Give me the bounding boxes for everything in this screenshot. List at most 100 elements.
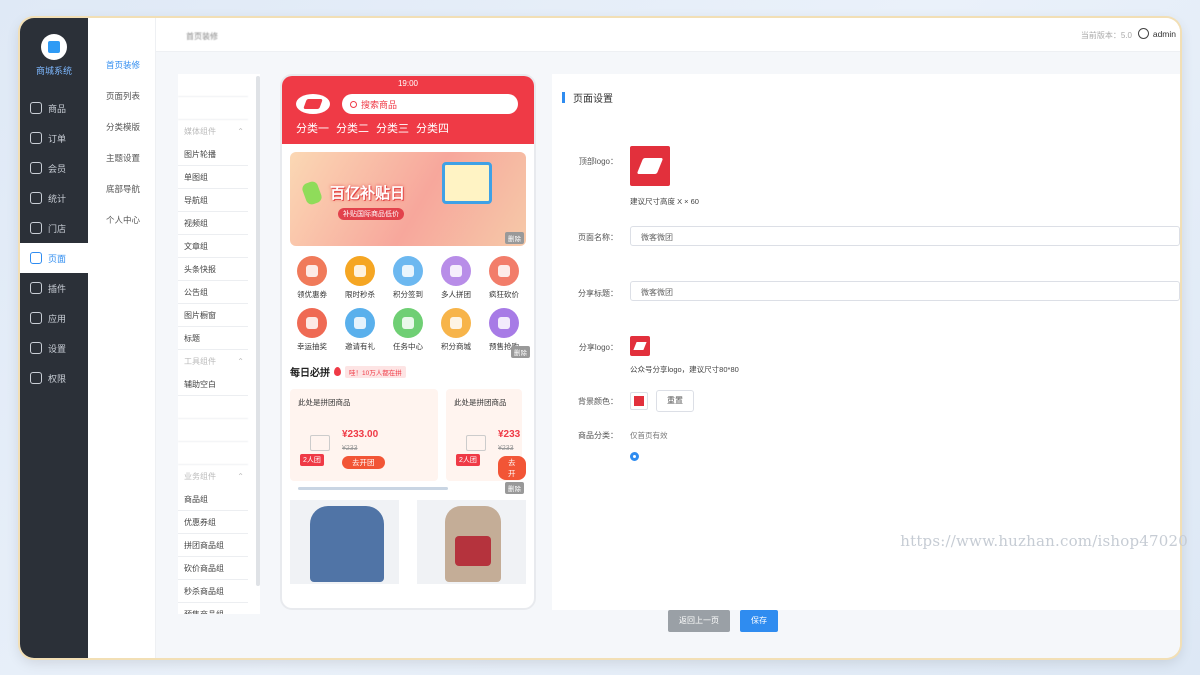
settings-title: 页面设置 <box>573 94 613 105</box>
start-group-button[interactable]: 去开 <box>498 456 526 480</box>
banner-carousel[interactable]: 百亿补贴日 补贴国际商品低价 删除 <box>290 152 526 246</box>
deal-scrollbar[interactable] <box>298 487 448 490</box>
submenu-item[interactable]: 首页装修 <box>88 50 155 81</box>
submenu-item[interactable]: 主题设置 <box>88 143 155 174</box>
grid-nav-item[interactable]: 幸运抽奖 <box>288 308 336 352</box>
gear-icon <box>30 342 42 354</box>
search-bar[interactable]: 搜索商品 <box>342 94 518 114</box>
share-logo-upload[interactable] <box>630 336 650 356</box>
back-button[interactable]: 返回上一页 <box>668 610 730 632</box>
group-deal-card[interactable]: 此处是拼团商品 ¥233 ¥233 2人团 去开 <box>446 389 526 481</box>
submenu-item[interactable]: 页面列表 <box>88 81 155 112</box>
component-item[interactable]: 秒杀商品组 <box>178 580 248 603</box>
plugin-icon <box>30 282 42 294</box>
grid-label: 邀请有礼 <box>345 342 375 351</box>
grid-nav-item[interactable]: 领优惠券 <box>288 256 336 300</box>
grid-nav-item[interactable]: 任务中心 <box>384 308 432 352</box>
component-item[interactable] <box>178 97 248 120</box>
team-badge: 2人团 <box>300 454 324 466</box>
submenu-item[interactable]: 个人中心 <box>88 205 155 236</box>
sidebar-item-label: 权限 <box>48 373 67 384</box>
deal-old-price: ¥233 <box>342 445 358 452</box>
component-scrollbar[interactable] <box>256 76 260 586</box>
grid-label: 疯狂砍价 <box>489 290 519 299</box>
category-tab[interactable]: 分类二 <box>336 120 369 136</box>
component-item[interactable]: 辅助空白 <box>178 373 248 396</box>
component-item[interactable]: 导航组 <box>178 189 248 212</box>
component-item[interactable]: 视频组 <box>178 212 248 235</box>
grid-nav-item[interactable]: 积分商城 <box>432 308 480 352</box>
grid-label: 多人拼团 <box>441 290 471 299</box>
grid-nav-item[interactable]: 限时秒杀 <box>336 256 384 300</box>
grid-nav-item[interactable]: 邀请有礼 <box>336 308 384 352</box>
component-item[interactable]: 标题 <box>178 327 248 350</box>
submenu-item[interactable]: 分类模版 <box>88 112 155 143</box>
product-image[interactable] <box>290 500 399 584</box>
component-item[interactable]: 预售商品组 <box>178 603 248 614</box>
watermark: https://www.huzhan.com/ishop47020 <box>900 532 1188 550</box>
sidebar-item-8[interactable]: 设置 <box>20 333 88 363</box>
component-item[interactable]: 图片轮播 <box>178 143 248 166</box>
username: admin <box>1152 28 1176 39</box>
reset-button[interactable]: 重置 <box>656 390 694 412</box>
sidebar-item-1[interactable]: 订单 <box>20 123 88 153</box>
group-label: 工具组件 <box>184 357 216 366</box>
category-tab[interactable]: 分类三 <box>376 120 409 136</box>
page-name-field[interactable]: 微客微团 <box>630 226 1180 246</box>
user-menu[interactable]: admin <box>1137 28 1176 39</box>
component-item[interactable]: 单图组 <box>178 166 248 189</box>
component-item[interactable] <box>178 419 248 442</box>
component-item[interactable]: 优惠券组 <box>178 511 248 534</box>
color-swatch <box>634 396 644 406</box>
sidebar-item-4[interactable]: 门店 <box>20 213 88 243</box>
start-group-button[interactable]: 去开团 <box>342 456 385 469</box>
component-group-header[interactable]: 业务组件 ⌃ <box>178 465 248 488</box>
product-row <box>282 490 534 594</box>
daily-group-section[interactable]: 每日必拼 哇！10万人都在拼 此处是拼团商品 ¥233.00 ¥233 2人团 去开团此… <box>282 352 534 494</box>
sidebar-item-9[interactable]: 权限 <box>20 363 88 393</box>
category-tab[interactable]: 分类四 <box>416 120 449 136</box>
component-item[interactable]: 公告组 <box>178 281 248 304</box>
phone-header[interactable]: 19:00 搜索商品 分类一 分类二 分类三 分类四 <box>282 76 534 144</box>
component-item[interactable]: 图片橱窗 <box>178 304 248 327</box>
component-item[interactable] <box>178 442 248 465</box>
version-label: 当前版本：5.0 <box>1080 31 1132 40</box>
component-item[interactable]: 商品组 <box>178 488 248 511</box>
component-list: 媒体组件 ⌃ 图片轮播 单图组 导航组 视频组 文章组 头条快报 公告组 图片橱窗 标题 工具组件 ⌃ 辅… <box>178 74 260 614</box>
sidebar-item-7[interactable]: 应用 <box>20 303 88 333</box>
component-item[interactable]: 头条快报 <box>178 258 248 281</box>
sidebar-item-label: 应用 <box>48 313 67 324</box>
category-radio[interactable] <box>630 452 639 461</box>
daily-title: 每日必拼 <box>290 368 330 379</box>
grid-nav-item[interactable]: 疯狂砍价 <box>480 256 528 300</box>
grid-nav-item[interactable]: 积分签到 <box>384 256 432 300</box>
product-image[interactable] <box>417 500 526 584</box>
top-logo-upload[interactable] <box>630 146 670 186</box>
grid-icon <box>393 308 423 338</box>
component-item[interactable]: 文章组 <box>178 235 248 258</box>
grid-nav-item[interactable]: 多人拼团 <box>432 256 480 300</box>
sidebar-item-0[interactable]: 商品 <box>20 93 88 123</box>
group-deal-card[interactable]: 此处是拼团商品 ¥233.00 ¥233 2人团 去开团 <box>290 389 438 481</box>
component-group-header[interactable]: 工具组件 ⌃ <box>178 350 248 373</box>
save-button[interactable]: 保存 <box>740 610 778 632</box>
sidebar-item-2[interactable]: 会员 <box>20 153 88 183</box>
sidebar-item-label: 商品 <box>48 103 67 114</box>
component-item[interactable] <box>178 74 248 97</box>
sidebar-item-3[interactable]: 统计 <box>20 183 88 213</box>
sidebar-item-6[interactable]: 插件 <box>20 273 88 303</box>
component-item[interactable]: 砍价商品组 <box>178 557 248 580</box>
sidebar-item-5[interactable]: 页面 <box>20 243 88 273</box>
submenu-item[interactable]: 底部导航 <box>88 174 155 205</box>
component-item[interactable] <box>178 396 248 419</box>
category-tab[interactable]: 分类一 <box>296 120 329 136</box>
nav-grid[interactable]: 领优惠券 限时秒杀 积分签到 多人拼团 疯狂砍价 幸运抽奖 邀请有礼 任务中心 积分商城 预售抢购… <box>282 246 534 358</box>
color-picker[interactable] <box>630 392 648 410</box>
delete-tag[interactable]: 删除 <box>505 232 524 244</box>
component-group-header[interactable]: 媒体组件 ⌃ <box>178 120 248 143</box>
delete-tag[interactable]: 删除 <box>505 482 524 494</box>
component-item[interactable]: 拼团商品组 <box>178 534 248 557</box>
deal-price: ¥233.00 <box>342 429 379 440</box>
sidebar-item-label: 统计 <box>48 193 67 204</box>
share-title-field[interactable]: 微客微团 <box>630 281 1180 301</box>
